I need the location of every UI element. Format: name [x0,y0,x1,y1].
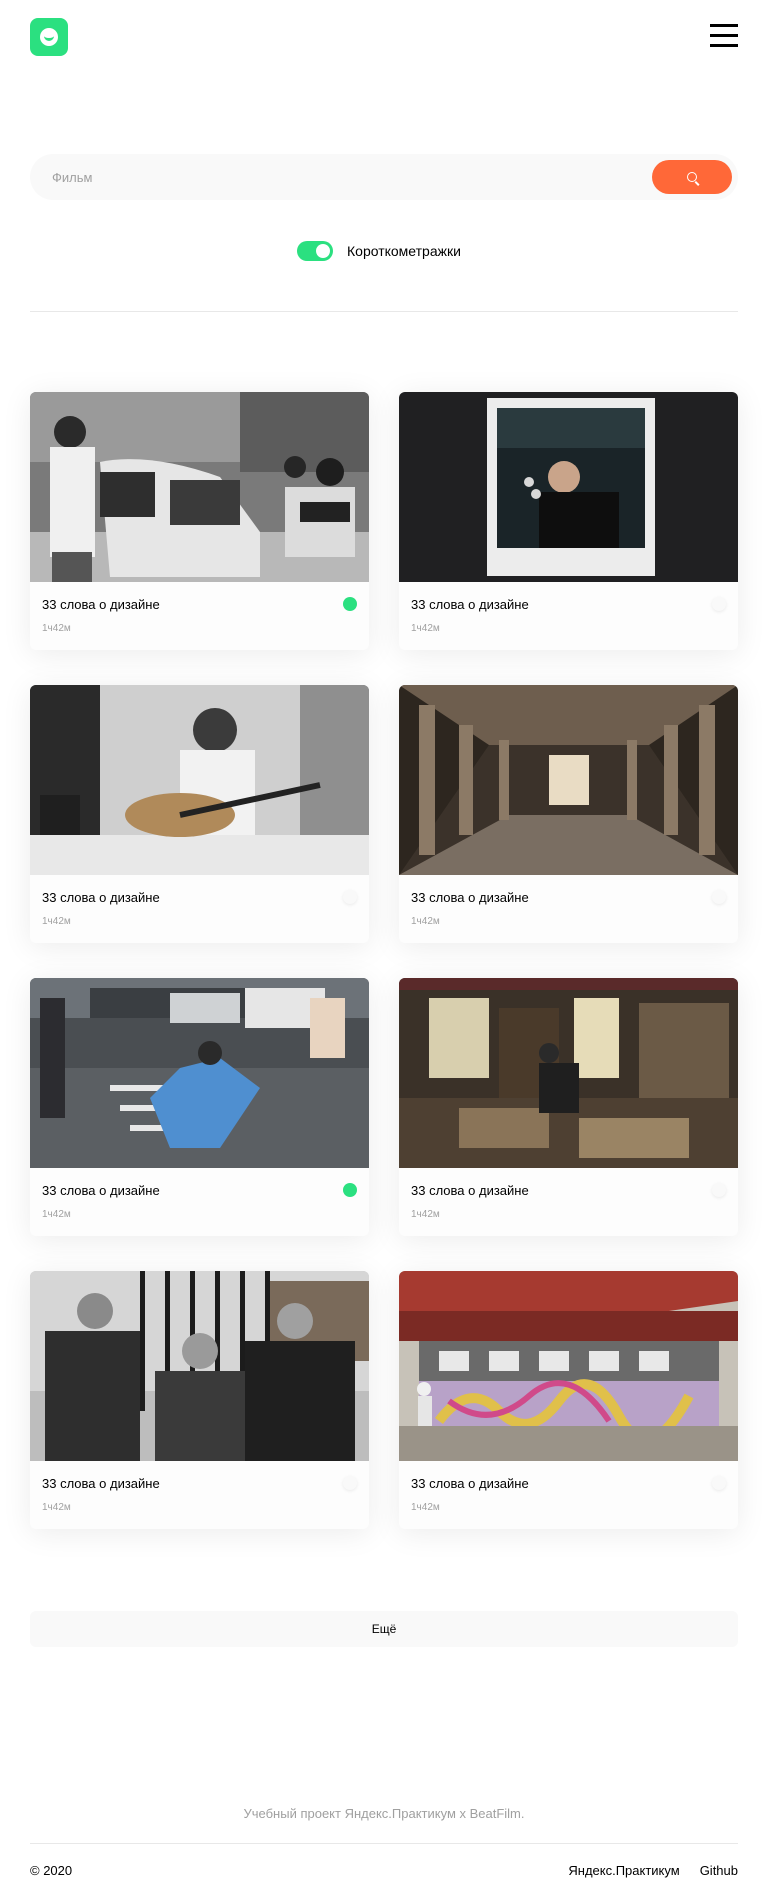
save-indicator[interactable] [343,890,357,904]
search-form [30,154,738,200]
movie-thumbnail [30,1271,369,1461]
movie-duration: 1ч42м [42,916,71,927]
save-indicator[interactable] [343,1183,357,1197]
movie-thumbnail [30,978,369,1168]
toggle-knob [316,244,330,258]
movie-duration: 1ч42м [411,1209,440,1220]
save-indicator[interactable] [712,597,726,611]
movie-thumbnail [399,978,738,1168]
copyright: © 2020 [30,1863,73,1878]
movie-card[interactable]: 33 слова о дизайне 1ч42м [399,1271,738,1529]
search-button[interactable] [652,160,732,194]
movie-thumbnail [399,1271,738,1461]
movie-title: 33 слова о дизайне [42,890,160,905]
movie-duration: 1ч42м [42,1502,71,1513]
footer-divider [30,1843,738,1844]
save-indicator[interactable] [712,890,726,904]
header [30,18,738,58]
movie-duration: 1ч42м [411,916,440,927]
save-indicator[interactable] [712,1183,726,1197]
search-icon [687,172,697,182]
movie-title: 33 слова о дизайне [42,597,160,612]
movie-thumbnail [399,685,738,875]
movie-title: 33 слова о дизайне [42,1476,160,1491]
movie-card[interactable]: 33 слова о дизайне 1ч42м [30,685,369,943]
movie-title: 33 слова о дизайне [411,1183,529,1198]
save-indicator[interactable] [343,597,357,611]
search-input[interactable] [52,154,652,200]
divider [30,311,738,312]
movie-card[interactable]: 33 слова о дизайне 1ч42м [399,978,738,1236]
movie-card[interactable]: 33 слова о дизайне 1ч42м [30,978,369,1236]
footer-note: Учебный проект Яндекс.Практикум х BeatFi… [243,1806,525,1821]
movie-title: 33 слова о дизайне [411,597,529,612]
movie-duration: 1ч42м [411,1502,440,1513]
smile-logo-icon[interactable] [30,18,68,56]
movie-card[interactable]: 33 слова о дизайне 1ч42м [30,392,369,650]
more-button[interactable]: Ещё [30,1611,738,1647]
short-films-filter: Короткометражки [297,240,461,262]
movie-duration: 1ч42м [42,623,71,634]
movie-title: 33 слова о дизайне [411,1476,529,1491]
short-films-label: Короткометражки [347,243,461,259]
movie-thumbnail [30,392,369,582]
movie-duration: 1ч42м [411,623,440,634]
movie-title: 33 слова о дизайне [42,1183,160,1198]
movie-title: 33 слова о дизайне [411,890,529,905]
movie-card[interactable]: 33 слова о дизайне 1ч42м [30,1271,369,1529]
save-indicator[interactable] [343,1476,357,1490]
footer-link-yandex-practicum[interactable]: Яндекс.Практикум [568,1863,679,1878]
movie-duration: 1ч42м [42,1209,71,1220]
movie-thumbnail [30,685,369,875]
movie-thumbnail [399,392,738,582]
footer-link-github[interactable]: Github [700,1863,738,1878]
save-indicator[interactable] [712,1476,726,1490]
short-films-toggle[interactable] [297,241,333,261]
hamburger-menu-icon[interactable] [710,24,738,48]
movie-card[interactable]: 33 слова о дизайне 1ч42м [399,392,738,650]
footer-links: Яндекс.Практикум Github [568,1863,738,1878]
movie-card[interactable]: 33 слова о дизайне 1ч42м [399,685,738,943]
